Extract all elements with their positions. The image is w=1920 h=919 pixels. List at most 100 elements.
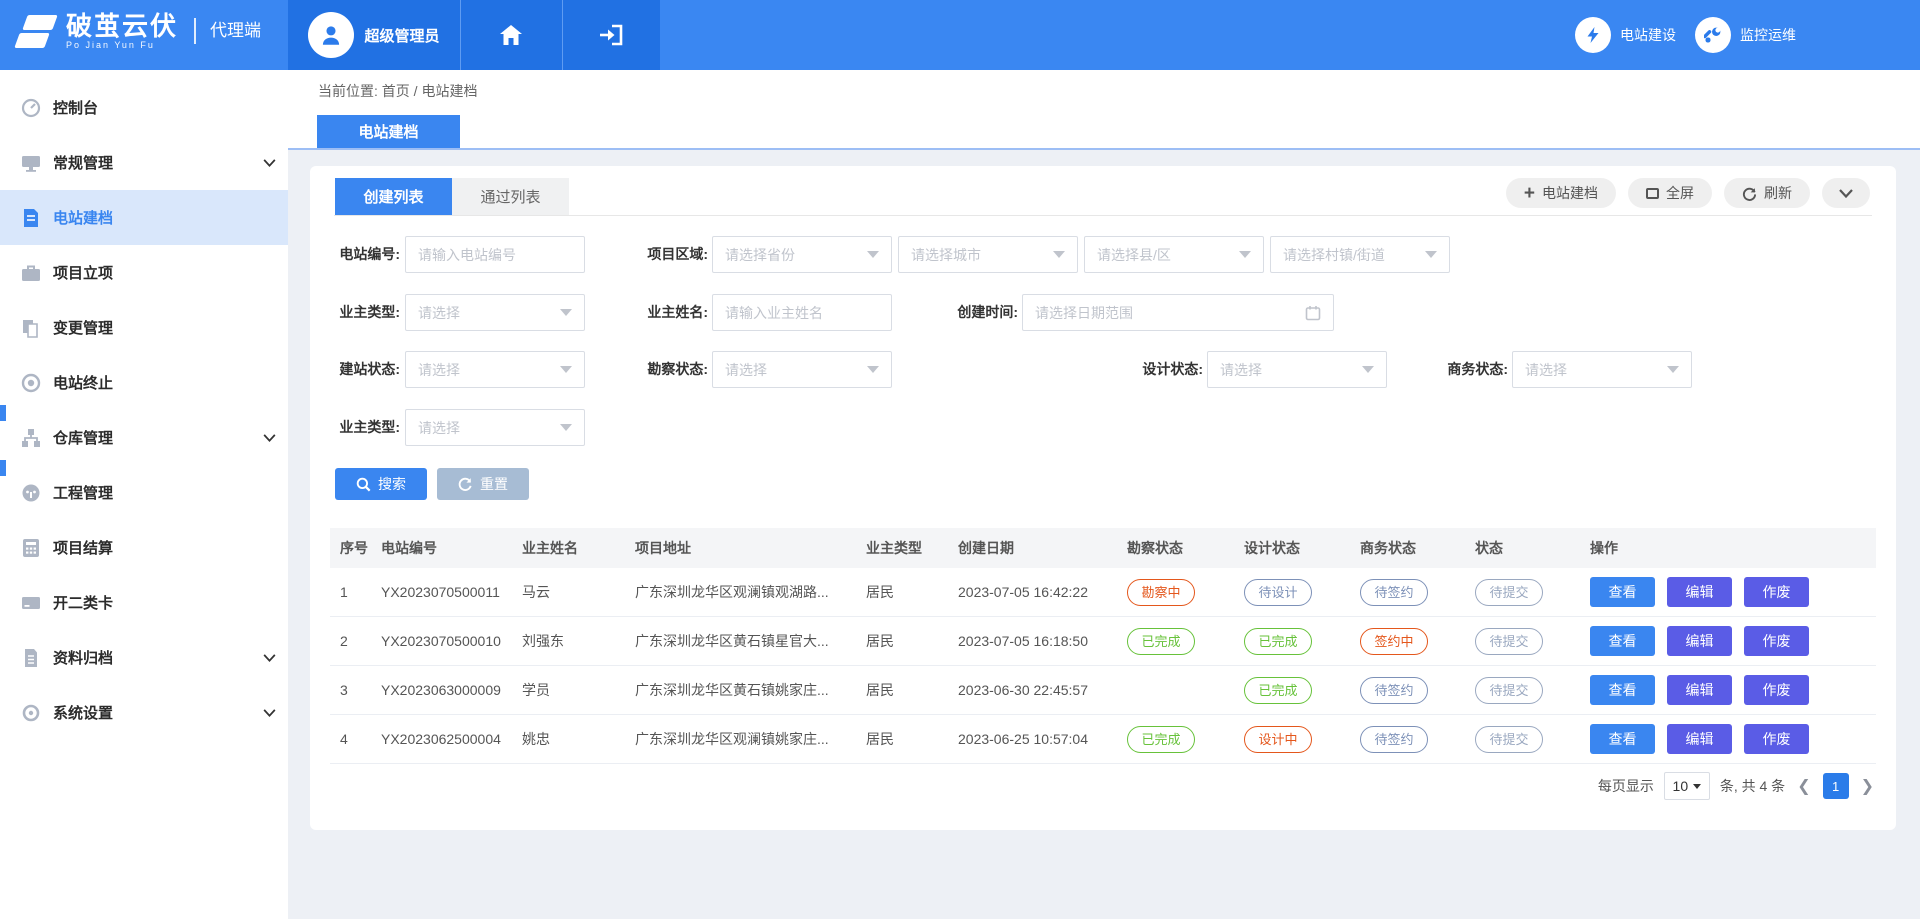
sidebar-item-5[interactable]: 电站终止 xyxy=(0,355,288,410)
sidebar-item-label: 变更管理 xyxy=(53,317,113,338)
tab-passed-list[interactable]: 通过列表 xyxy=(452,178,569,215)
station-no-label: 电站编号: xyxy=(310,236,400,273)
column-header: 电站编号 xyxy=(381,538,522,558)
status-badge: 待提交 xyxy=(1475,579,1543,606)
project-address: 广东深圳龙华区黄石镇姚家庄... xyxy=(635,680,866,700)
station-no-input[interactable] xyxy=(405,236,585,273)
home-icon xyxy=(499,24,523,46)
breadcrumb-separator: / xyxy=(414,83,418,99)
next-page-button[interactable]: ❯ xyxy=(1859,776,1876,796)
view-button[interactable]: 查看 xyxy=(1590,577,1655,607)
nav-monitor-ops-label: 监控运维 xyxy=(1740,25,1796,45)
sidebar-item-3[interactable]: 项目立项 xyxy=(0,245,288,300)
refresh-button[interactable]: 刷新 xyxy=(1724,178,1810,208)
home-button[interactable] xyxy=(460,0,562,70)
sidebar-item-6[interactable]: 仓库管理 xyxy=(0,410,288,465)
caret-down-icon xyxy=(867,251,879,258)
page-tab-underline xyxy=(288,148,1920,150)
sidebar-item-4[interactable]: 变更管理 xyxy=(0,300,288,355)
fullscreen-button[interactable]: 全屏 xyxy=(1628,178,1712,208)
void-button[interactable]: 作废 xyxy=(1744,724,1809,754)
nav-station-build-label: 电站建设 xyxy=(1620,25,1676,45)
build-status-select[interactable]: 请选择 xyxy=(405,351,585,388)
design-status-select[interactable]: 请选择 xyxy=(1207,351,1387,388)
sidebar-item-2[interactable]: 电站建档 xyxy=(0,190,288,245)
row-index: 1 xyxy=(330,584,381,600)
edit-button[interactable]: 编辑 xyxy=(1667,675,1732,705)
create-time-range-input[interactable]: 请选择日期范围 xyxy=(1022,294,1334,331)
nav-monitor-ops[interactable]: 监控运维 xyxy=(1695,0,1796,70)
caret-down-icon xyxy=(1693,784,1701,789)
owner-type2-label: 业主类型: xyxy=(310,409,400,446)
reset-button[interactable]: 重置 xyxy=(437,468,529,500)
panel-toolbar: + 电站建档 全屏 刷新 xyxy=(1506,178,1870,208)
tab-create-list[interactable]: 创建列表 xyxy=(335,178,452,215)
status-badge: 待设计 xyxy=(1244,579,1312,606)
owner-name-input[interactable] xyxy=(712,294,892,331)
sidebar-menu: 控制台常规管理电站建档项目立项变更管理电站终止仓库管理工程管理项目结算开二类卡资… xyxy=(0,80,288,740)
void-button[interactable]: 作废 xyxy=(1744,626,1809,656)
document-icon xyxy=(20,207,42,229)
row-index: 3 xyxy=(330,682,381,698)
search-icon xyxy=(356,477,371,492)
view-button[interactable]: 查看 xyxy=(1590,675,1655,705)
sidebar-item-0[interactable]: 控制台 xyxy=(0,80,288,135)
sidebar-item-1[interactable]: 常规管理 xyxy=(0,135,288,190)
sidebar-item-7[interactable]: 工程管理 xyxy=(0,465,288,520)
owner-name: 马云 xyxy=(522,582,635,602)
user-name: 超级管理员 xyxy=(364,25,439,46)
sitemap-icon xyxy=(20,427,42,449)
main-panel: 创建列表 通过列表 + 电站建档 全屏 刷新 xyxy=(310,166,1896,830)
view-button[interactable]: 查看 xyxy=(1590,724,1655,754)
view-button[interactable]: 查看 xyxy=(1590,626,1655,656)
column-header: 商务状态 xyxy=(1360,538,1475,558)
void-button[interactable]: 作废 xyxy=(1744,577,1809,607)
nav-station-build[interactable]: 电站建设 xyxy=(1575,0,1676,70)
table-row: 1YX2023070500011马云广东深圳龙华区观澜镇观湖路...居民2023… xyxy=(330,568,1876,617)
status-badge: 勘察中 xyxy=(1127,579,1195,606)
breadcrumb-current[interactable]: 电站建档 xyxy=(421,83,477,99)
sidebar-item-11[interactable]: 系统设置 xyxy=(0,685,288,740)
build-status-label: 建站状态: xyxy=(310,351,400,388)
sidebar-item-8[interactable]: 项目结算 xyxy=(0,520,288,575)
sidebar-item-9[interactable]: 开二类卡 xyxy=(0,575,288,630)
logout-button[interactable] xyxy=(562,0,660,70)
county-select[interactable]: 请选择县/区 xyxy=(1084,236,1264,273)
add-station-button[interactable]: + 电站建档 xyxy=(1506,178,1616,208)
void-button[interactable]: 作废 xyxy=(1744,675,1809,705)
table-row: 2YX2023070500010刘强东广东深圳龙华区黄石镇星官大...居民202… xyxy=(330,617,1876,666)
prev-page-button[interactable]: ❮ xyxy=(1795,776,1812,796)
owner-name: 姚忠 xyxy=(522,729,635,749)
edit-button[interactable]: 编辑 xyxy=(1667,626,1732,656)
current-user[interactable]: 超级管理员 xyxy=(288,0,460,70)
per-page-select[interactable]: 10 xyxy=(1664,772,1710,800)
page-tab-station-archive[interactable]: 电站建档 xyxy=(317,115,460,148)
status-badge: 已完成 xyxy=(1127,628,1195,655)
app-root: 破茧云伏 Po Jian Yun Fu 代理端 超级管理员 xyxy=(0,0,1920,919)
owner-name-label: 业主姓名: xyxy=(610,294,708,331)
page-1-button[interactable]: 1 xyxy=(1823,773,1849,799)
city-select[interactable]: 请选择城市 xyxy=(898,236,1078,273)
sidebar-item-label: 控制台 xyxy=(53,97,98,118)
collapse-filters-button[interactable] xyxy=(1822,178,1870,208)
stations-table: 序号电站编号业主姓名项目地址业主类型创建日期勘察状态设计状态商务状态状态操作1Y… xyxy=(330,528,1876,764)
station-no: YX2023070500011 xyxy=(381,584,522,600)
column-header: 业主类型 xyxy=(866,538,958,558)
owner-type2-select[interactable]: 请选择 xyxy=(405,409,585,446)
edit-button[interactable]: 编辑 xyxy=(1667,724,1732,754)
town-select[interactable]: 请选择村镇/街道 xyxy=(1270,236,1450,273)
sidebar-item-10[interactable]: 资料归档 xyxy=(0,630,288,685)
briefcase-icon xyxy=(20,262,42,284)
gauge-icon xyxy=(20,97,42,119)
breadcrumb-home[interactable]: 首页 xyxy=(382,83,410,99)
business-status-select[interactable]: 请选择 xyxy=(1512,351,1692,388)
copy-icon xyxy=(20,317,42,339)
status-badge: 待签约 xyxy=(1360,726,1428,753)
province-select[interactable]: 请选择省份 xyxy=(712,236,892,273)
logout-icon xyxy=(598,24,624,46)
search-button[interactable]: 搜索 xyxy=(335,468,427,500)
owner-type-select[interactable]: 请选择 xyxy=(405,294,585,331)
sidebar-item-label: 项目结算 xyxy=(53,537,113,558)
survey-status-select[interactable]: 请选择 xyxy=(712,351,892,388)
edit-button[interactable]: 编辑 xyxy=(1667,577,1732,607)
